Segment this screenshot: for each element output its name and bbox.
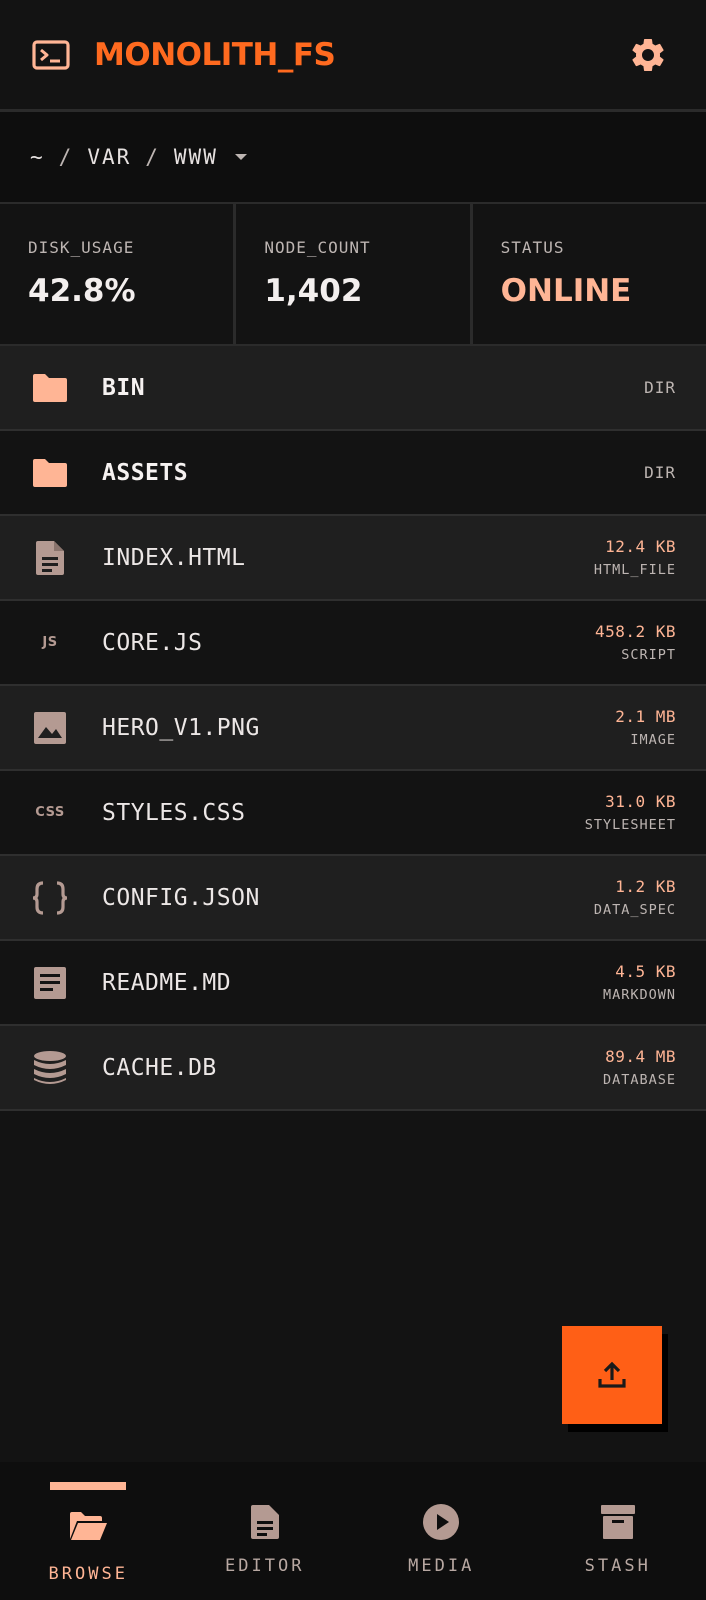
file-meta: DIR bbox=[644, 463, 676, 482]
file-size: 4.5 KB bbox=[615, 962, 676, 981]
tab-label: EDITOR bbox=[225, 1556, 305, 1576]
file-row-cache-db[interactable]: CACHE.DB 89.4 MB DATABASE bbox=[0, 1026, 706, 1111]
file-meta: 12.4 KB HTML_FILE bbox=[594, 537, 676, 578]
file-size: 458.2 KB bbox=[594, 622, 676, 641]
stat-label: STATUS bbox=[500, 238, 565, 257]
file-row-hero-png[interactable]: HERO_V1.PNG 2.1 MB IMAGE bbox=[0, 686, 706, 771]
breadcrumb-var[interactable]: VAR bbox=[87, 145, 131, 169]
file-kind: DIR bbox=[644, 378, 676, 397]
file-kind: SCRIPT bbox=[621, 647, 676, 663]
breadcrumb-separator: / bbox=[145, 145, 160, 169]
css-icon: CSS bbox=[35, 805, 65, 820]
file-name: STYLES.CSS bbox=[102, 799, 246, 826]
file-meta: 1.2 KB DATA_SPEC bbox=[594, 877, 676, 918]
breadcrumb[interactable]: ~ / VAR / WWW bbox=[0, 112, 706, 204]
folder-icon bbox=[30, 453, 70, 493]
file-row-readme-md[interactable]: README.MD 4.5 KB MARKDOWN bbox=[0, 941, 706, 1026]
chevron-down-icon[interactable] bbox=[234, 150, 248, 164]
file-kind: MARKDOWN bbox=[602, 987, 676, 1003]
tab-label: BROWSE bbox=[48, 1564, 128, 1584]
stat-node-count: NODE_COUNT 1,402 bbox=[236, 204, 473, 344]
file-kind: DIR bbox=[644, 463, 676, 482]
file-meta: 31.0 KB STYLESHEET bbox=[585, 792, 676, 833]
breadcrumb-root[interactable]: ~ bbox=[30, 145, 45, 169]
stat-label: DISK_USAGE bbox=[28, 238, 135, 257]
tab-stash[interactable]: STASH bbox=[530, 1462, 706, 1600]
bottom-navigation: BROWSE EDITOR MEDIA STASH bbox=[0, 1462, 706, 1600]
file-kind: DATA_SPEC bbox=[593, 902, 676, 918]
file-size: 2.1 MB bbox=[615, 707, 676, 726]
settings-gear-icon[interactable] bbox=[628, 35, 668, 75]
breadcrumb-www[interactable]: WWW bbox=[174, 145, 218, 169]
file-row-config-json[interactable]: CONFIG.JSON 1.2 KB DATA_SPEC bbox=[0, 856, 706, 941]
app-root: MONOLITH_FS ~ / VAR / WWW DISK_USAGE 42.… bbox=[0, 0, 706, 1600]
stat-status: STATUS ONLINE bbox=[473, 204, 706, 344]
file-row-assets[interactable]: ASSETS DIR bbox=[0, 431, 706, 516]
file-kind: STYLESHEET bbox=[584, 817, 676, 833]
file-meta: 89.4 MB DATABASE bbox=[603, 1047, 676, 1088]
file-name: CORE.JS bbox=[102, 629, 203, 656]
article-icon bbox=[30, 963, 70, 1003]
file-kind: HTML_FILE bbox=[593, 562, 676, 578]
file-size: 31.0 KB bbox=[605, 792, 676, 811]
tab-media[interactable]: MEDIA bbox=[353, 1462, 530, 1600]
file-kind: IMAGE bbox=[630, 732, 676, 748]
upload-icon bbox=[596, 1359, 628, 1391]
file-meta: 4.5 KB MARKDOWN bbox=[603, 962, 676, 1003]
folder-open-icon bbox=[68, 1506, 108, 1546]
file-name: HERO_V1.PNG bbox=[102, 714, 260, 741]
file-row-core-js[interactable]: JS CORE.JS 458.2 KB SCRIPT bbox=[0, 601, 706, 686]
stat-value: 1,402 bbox=[264, 273, 363, 309]
stat-label: NODE_COUNT bbox=[264, 238, 371, 257]
app-title: MONOLITH_FS bbox=[94, 36, 336, 73]
breadcrumb-separator: / bbox=[58, 145, 74, 169]
file-row-index-html[interactable]: INDEX.HTML 12.4 KB HTML_FILE bbox=[0, 516, 706, 601]
terminal-icon[interactable] bbox=[32, 39, 70, 70]
stat-disk-usage: DISK_USAGE 42.8% bbox=[0, 204, 237, 344]
tab-label: STASH bbox=[584, 1556, 651, 1576]
top-app-bar: MONOLITH_FS bbox=[0, 0, 706, 112]
file-meta: 2.1 MB IMAGE bbox=[615, 707, 676, 748]
file-row-styles-css[interactable]: CSS STYLES.CSS 31.0 KB STYLESHEET bbox=[0, 771, 706, 856]
file-meta: DIR bbox=[644, 378, 676, 397]
tab-label: MEDIA bbox=[408, 1556, 475, 1576]
stat-value: 42.8% bbox=[28, 273, 136, 309]
file-icon bbox=[30, 538, 70, 578]
file-name: README.MD bbox=[102, 969, 232, 996]
database-icon bbox=[30, 1048, 70, 1088]
stats-panel: DISK_USAGE 42.8% NODE_COUNT 1,402 STATUS… bbox=[0, 204, 706, 346]
folder-icon bbox=[30, 368, 70, 408]
file-list: BIN DIR ASSETS DIR INDEX.HTML 12.4 KB HT… bbox=[0, 346, 706, 1111]
file-size: 89.4 MB bbox=[605, 1047, 676, 1066]
play-circle-icon bbox=[421, 1502, 461, 1542]
file-size: 12.4 KB bbox=[605, 537, 676, 556]
file-row-bin[interactable]: BIN DIR bbox=[0, 346, 706, 431]
stat-value-status: ONLINE bbox=[500, 273, 632, 309]
file-name: INDEX.HTML bbox=[102, 544, 246, 571]
document-icon bbox=[245, 1502, 285, 1542]
file-name: BIN bbox=[102, 374, 146, 401]
active-tab-indicator bbox=[50, 1482, 127, 1490]
file-meta: 458.2 KB SCRIPT bbox=[595, 622, 676, 663]
tab-editor[interactable]: EDITOR bbox=[177, 1462, 354, 1600]
image-icon bbox=[30, 708, 70, 748]
braces-icon bbox=[30, 878, 70, 918]
file-size: 1.2 KB bbox=[615, 877, 676, 896]
file-name: ASSETS bbox=[102, 459, 189, 486]
upload-button[interactable] bbox=[562, 1326, 662, 1424]
file-kind: DATABASE bbox=[602, 1072, 676, 1088]
file-name: CONFIG.JSON bbox=[102, 884, 260, 911]
archive-icon bbox=[598, 1502, 638, 1542]
file-name: CACHE.DB bbox=[102, 1054, 217, 1081]
tab-browse[interactable]: BROWSE bbox=[0, 1462, 177, 1600]
javascript-icon: JS bbox=[42, 635, 58, 650]
